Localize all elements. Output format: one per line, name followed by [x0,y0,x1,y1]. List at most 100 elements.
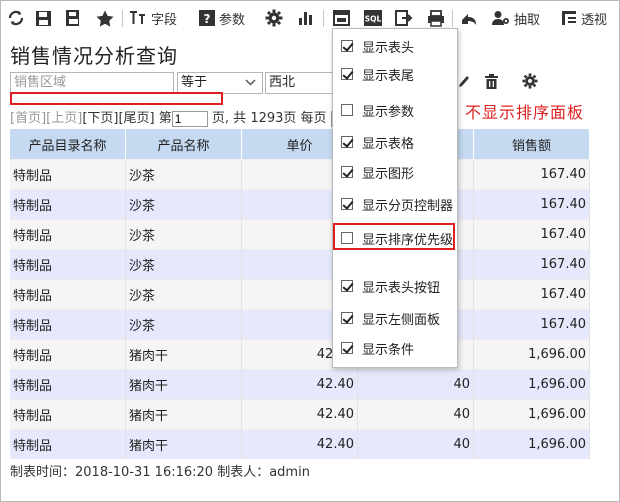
share-icon[interactable] [460,8,478,28]
table-cell-product: 猪肉干 [125,369,242,400]
save-icon[interactable] [35,8,52,28]
annotation-note: 不显示排序面板 [465,103,585,122]
table-cell-sales: 1,696.00 [473,369,590,400]
condition-value-input[interactable]: 西北 [265,72,333,94]
table-cell-sales: 1,696.00 [473,399,590,430]
table-cell-category: 特制品 [10,429,126,459]
chart-icon[interactable] [298,8,314,28]
column-header[interactable]: 销售额 [473,129,590,160]
first-page-link[interactable]: [首页] [10,111,46,126]
table-cell-category: 特制品 [10,279,126,310]
table-header-row: 产品目录名称 产品名称 单价 销售额 [10,129,590,160]
table-cell-product: 沙茶 [125,249,242,280]
menu-item-checkbox[interactable] [341,280,353,292]
table-row: 特制品猪肉干42.401,696.00 [10,339,590,370]
table-cell-category: 特制品 [10,399,126,430]
table-cell-sales: 167.40 [473,309,590,340]
table-cell-product: 沙茶 [125,279,242,310]
table-cell-category: 特制品 [10,369,126,400]
sql-icon[interactable]: SQL [364,8,382,28]
condition-settings-icon[interactable] [522,73,538,93]
menu-item-checkbox[interactable] [341,312,353,324]
condition-field-input[interactable]: 销售区域 [10,72,174,94]
pager: [首页][上页][下页][尾页] 第 页, 共 1293页 每页 [10,107,345,127]
last-page-link[interactable]: [尾页] [118,111,154,126]
table-cell-qty: 40 [357,399,474,430]
menu-item-checkbox[interactable] [341,104,353,116]
page-prefix: 第 [158,111,172,126]
menu-item[interactable]: 显示分页控制器 [333,191,457,217]
table-cell-qty: 40 [357,369,474,400]
favorite-star-icon[interactable] [96,8,114,28]
table-cell-category: 特制品 [10,309,126,340]
edit-condition-icon[interactable] [459,75,469,93]
table-cell-category: 特制品 [10,249,126,280]
column-header[interactable]: 产品目录名称 [10,129,126,160]
field-icon [130,11,145,24]
table-cell-sales: 167.40 [473,189,590,220]
menu-item-checkbox[interactable] [341,342,353,354]
menu-item[interactable]: 显示表头 [333,33,457,59]
table-cell-sales: 167.40 [473,219,590,250]
parameter-button[interactable]: ? 参数 [199,8,245,28]
table-cell-price: 42.40 [241,399,358,430]
prev-page-link[interactable]: [上页] [46,111,82,126]
table-cell-product: 沙茶 [125,309,242,340]
page-total-text: 页, 共 1293页 每页 [211,111,327,126]
toolbar-separator [452,10,453,27]
parameter-label: 参数 [219,12,246,28]
table-row: 特制品 猪肉干 42.40 40 1,696.00 [10,399,590,430]
delete-icon[interactable] [485,74,498,93]
extract-label: 抽取 [514,12,541,28]
current-page-input[interactable] [171,110,208,127]
pivot-button[interactable]: 透视 [561,8,607,28]
menu-item-checkbox[interactable] [341,136,353,148]
page-title: 销售情况分析查询 [10,44,178,68]
table-cell-product: 沙茶 [125,189,242,220]
table-cell-sales: 167.40 [473,159,590,190]
next-page-link[interactable]: [下页] [82,111,118,126]
menu-item-label: 显示表尾 [362,68,415,84]
menu-item-checkbox[interactable] [341,68,353,80]
table-row: 特制品沙茶18167.40 [10,309,590,340]
column-header[interactable]: 产品名称 [125,129,242,160]
menu-item-checkbox[interactable] [341,166,353,178]
table-cell-category: 特制品 [10,159,126,190]
table-row: 特制品 猪肉干 42.40 40 1,696.00 [10,429,590,459]
print-icon[interactable] [427,8,445,28]
table-row: 特制品 猪肉干 42.40 40 1,696.00 [10,369,590,400]
menu-item-label: 显示表头按钮 [362,280,441,296]
pivot-icon [562,11,576,25]
menu-item-checkbox[interactable] [341,40,353,52]
toolbar-separator [323,10,324,27]
refresh-icon[interactable] [7,8,25,28]
data-table: 产品目录名称 产品名称 单价 销售额 特制品沙茶18167.40特制品沙茶181… [10,129,590,459]
menu-item-checkbox[interactable] [341,198,353,210]
table-cell-category: 特制品 [10,189,126,220]
save-as-icon[interactable] [65,8,82,28]
table-cell-price: 42.40 [241,369,358,400]
extract-button[interactable]: 抽取 [492,8,540,28]
table-cell-sales: 1,696.00 [473,429,590,459]
table-cell-category: 特制品 [10,339,126,370]
toolbar-separator [122,10,123,27]
menu-item[interactable]: 显示表尾 [333,61,457,87]
menu-item[interactable]: 显示条件 [333,335,457,361]
user-gear-icon [492,11,509,25]
question-icon: ? [199,10,215,26]
menu-item[interactable]: 显示表头按钮 [333,273,457,299]
field-button[interactable]: 字段 [129,8,177,28]
export-icon[interactable] [395,8,413,28]
layout-icon[interactable] [333,8,350,28]
table-footer: 制表时间：2018-10-31 16:16:20 制表人：admin [10,465,310,480]
menu-item[interactable]: 显示参数 [333,97,457,123]
operator-value: 等于 [181,75,208,90]
menu-item[interactable]: 显示表格 [333,129,457,155]
table-cell-product: 猪肉干 [125,399,242,430]
condition-operator-select[interactable]: 等于 [177,72,263,94]
settings-gear-icon[interactable] [265,8,283,28]
table-cell-category: 特制品 [10,219,126,250]
pivot-label: 透视 [581,12,608,28]
menu-item[interactable]: 显示图形 [333,159,457,185]
menu-item[interactable]: 显示左侧面板 [333,305,457,331]
